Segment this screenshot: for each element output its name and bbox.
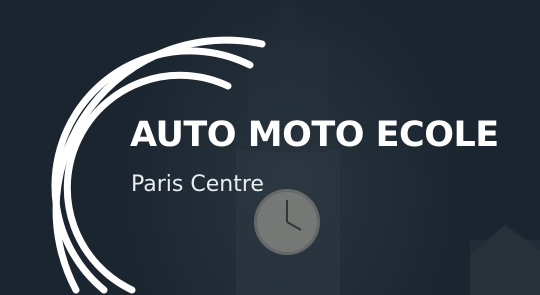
brand-location: Paris Centre [131,172,264,197]
brand-title: AUTO MOTO ECOLE [130,115,499,155]
header-banner: AUTO MOTO ECOLE Paris Centre [0,0,540,295]
